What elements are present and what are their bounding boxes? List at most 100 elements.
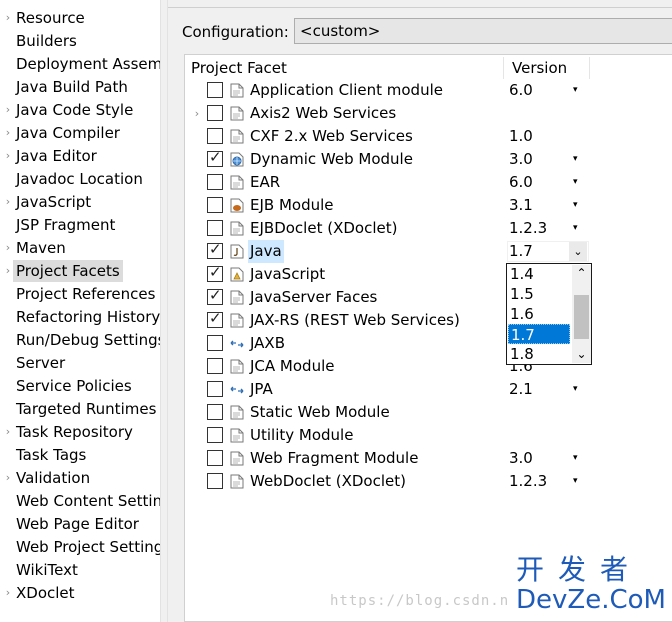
chevron-right-icon[interactable]: › [2, 191, 14, 213]
table-row[interactable]: ✓ JAX-RS (REST Web Services) [185, 309, 672, 332]
nav-item[interactable]: Project References [0, 283, 160, 305]
nav-item[interactable]: Run/Debug Settings [0, 329, 160, 351]
chevron-right-icon[interactable]: › [2, 421, 14, 443]
table-row[interactable]: ✓ JavaScript [185, 263, 672, 286]
chevron-right-icon[interactable]: › [2, 99, 14, 121]
chevron-right-icon[interactable]: › [2, 467, 14, 489]
table-row[interactable]: ✓ Java ⌄ 1.7 [185, 240, 672, 263]
nav-item[interactable]: Web Project Settings [0, 536, 160, 558]
facet-checkbox[interactable] [207, 174, 223, 190]
chevron-right-icon[interactable]: › [2, 145, 14, 167]
table-row[interactable]: CXF 2.x Web Services 1.0 [185, 125, 672, 148]
table-row[interactable]: › Axis2 Web Services [185, 102, 672, 125]
version-dropdown-arrow-icon[interactable]: ▾ [573, 447, 578, 470]
nav-item[interactable]: Web Page Editor [0, 513, 160, 535]
configuration-combo[interactable]: <custom> [294, 18, 672, 44]
nav-item[interactable]: › Java Code Style [0, 99, 160, 121]
table-row[interactable]: JPA 2.1 ▾ [185, 378, 672, 401]
nav-item[interactable]: Targeted Runtimes [0, 398, 160, 420]
facet-checkbox[interactable] [207, 197, 223, 213]
facet-checkbox[interactable]: ✓ [207, 240, 223, 259]
facet-checkbox[interactable] [207, 473, 223, 489]
dropdown-option[interactable]: 1.8 [508, 344, 572, 364]
facet-checkbox[interactable] [207, 128, 223, 144]
dropdown-option[interactable]: 1.4 [508, 264, 572, 284]
table-row[interactable]: Application Client module 6.0 ▾ [185, 79, 672, 102]
nav-item-label: JavaScript [16, 193, 92, 211]
dropdown-scrollbar[interactable]: ⌃ ⌄ [572, 265, 591, 363]
version-dropdown-arrow-icon[interactable]: ▾ [573, 171, 578, 194]
nav-item[interactable]: Java Build Path [0, 76, 160, 98]
table-row[interactable]: Utility Module [185, 424, 672, 447]
nav-item[interactable]: WikiText [0, 559, 160, 581]
nav-item[interactable]: › Maven [0, 237, 160, 259]
dropdown-option[interactable]: 1.7 [508, 324, 570, 344]
table-row[interactable]: WebDoclet (XDoclet) 1.2.3 ▾ [185, 470, 672, 493]
nav-item[interactable]: Deployment Assem [0, 53, 160, 75]
nav-item[interactable]: Web Content Settings [0, 490, 160, 512]
dropdown-option[interactable]: 1.6 [508, 304, 572, 324]
table-row[interactable]: JCA Module 1.6 [185, 355, 672, 378]
chevron-right-icon[interactable]: › [2, 122, 14, 144]
facet-checkbox[interactable] [207, 427, 223, 443]
facet-checkbox[interactable] [207, 82, 223, 98]
facet-checkbox[interactable] [207, 450, 223, 466]
facet-checkbox[interactable] [207, 335, 223, 351]
nav-item[interactable]: JSP Fragment [0, 214, 160, 236]
nav-item[interactable]: › XDoclet [0, 582, 160, 604]
scroll-thumb[interactable] [574, 295, 589, 339]
nav-item[interactable]: › Task Repository [0, 421, 160, 443]
chevron-right-icon[interactable]: › [2, 7, 14, 29]
version-dropdown-arrow-icon[interactable]: ▾ [573, 470, 578, 493]
table-row[interactable]: EAR 6.0 ▾ [185, 171, 672, 194]
scroll-down-icon[interactable]: ⌄ [572, 346, 591, 363]
table-row[interactable]: Web Fragment Module 3.0 ▾ [185, 447, 672, 470]
table-row[interactable]: EJBDoclet (XDoclet) 1.2.3 ▾ [185, 217, 672, 240]
facet-checkbox[interactable] [207, 358, 223, 374]
facet-name: EJBDoclet (XDoclet) [250, 219, 398, 237]
nav-item[interactable]: › Validation [0, 467, 160, 489]
version-dropdown-arrow-icon[interactable]: ▾ [573, 217, 578, 240]
version-dropdown-arrow-icon[interactable]: ▾ [573, 378, 578, 401]
facet-checkbox[interactable] [207, 105, 223, 121]
nav-item[interactable]: Javadoc Location [0, 168, 160, 190]
nav-item[interactable]: Service Policies [0, 375, 160, 397]
chevron-right-icon[interactable]: › [2, 237, 14, 259]
version-dropdown-arrow-icon[interactable]: ▾ [573, 148, 578, 171]
table-row[interactable]: JAXB [185, 332, 672, 355]
nav-item[interactable]: › Resource [0, 7, 160, 29]
facet-checkbox[interactable]: ✓ [207, 148, 223, 167]
dropdown-option[interactable]: 1.5 [508, 284, 572, 304]
column-header-project-facet[interactable]: Project Facet [191, 57, 287, 79]
nav-item[interactable]: Builders [0, 30, 160, 52]
facet-checkbox[interactable]: ✓ [207, 309, 223, 328]
nav-item[interactable]: › Java Editor [0, 145, 160, 167]
nav-item[interactable]: Task Tags [0, 444, 160, 466]
chevron-down-icon[interactable]: ⌄ [569, 242, 587, 261]
facet-checkbox[interactable] [207, 381, 223, 397]
facet-version: 3.1 [509, 196, 533, 214]
version-dropdown-arrow-icon[interactable]: ▾ [573, 194, 578, 217]
nav-item[interactable]: Server [0, 352, 160, 374]
nav-item[interactable]: Refactoring History [0, 306, 160, 328]
nav-item-label: Builders [16, 32, 77, 50]
nav-item[interactable]: › Java Compiler [0, 122, 160, 144]
facet-checkbox[interactable] [207, 404, 223, 420]
facet-checkbox[interactable]: ✓ [207, 263, 223, 282]
version-dropdown-arrow-icon[interactable]: ▾ [573, 79, 578, 102]
chevron-right-icon[interactable]: › [2, 582, 14, 604]
scroll-up-icon[interactable]: ⌃ [572, 265, 591, 282]
column-header-version[interactable]: Version [512, 57, 567, 79]
table-row[interactable]: ✓ Dynamic Web Module 3.0 ▾ [185, 148, 672, 171]
nav-item[interactable]: › Project Facets [0, 260, 160, 282]
table-row[interactable]: Static Web Module [185, 401, 672, 424]
table-row[interactable]: EJB Module 3.1 ▾ [185, 194, 672, 217]
facet-checkbox[interactable]: ✓ [207, 286, 223, 305]
nav-item[interactable]: › JavaScript [0, 191, 160, 213]
splitter-sash[interactable] [160, 0, 168, 622]
version-dropdown-list[interactable]: ⌃ ⌄ 1.4 1.5 1.6 1.7 1.8 [506, 263, 592, 365]
chevron-right-icon[interactable]: › [191, 102, 203, 125]
facet-checkbox[interactable] [207, 220, 223, 236]
table-row[interactable]: ✓ JavaServer Faces [185, 286, 672, 309]
page-icon [230, 83, 244, 98]
